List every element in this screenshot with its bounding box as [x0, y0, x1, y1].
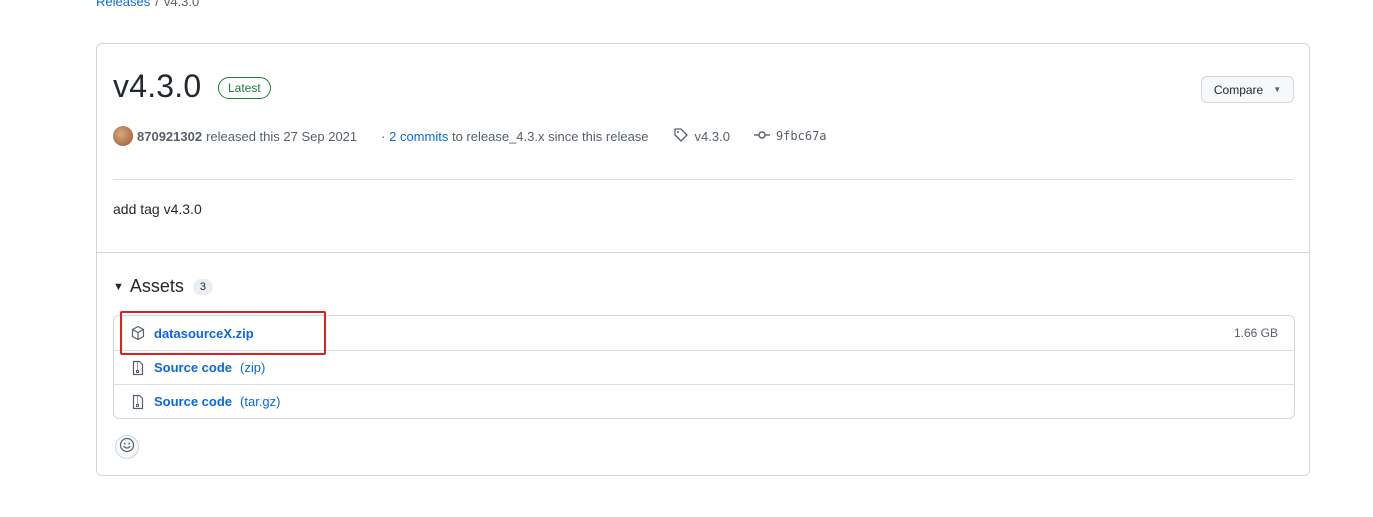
commit-link[interactable]: 9fbc67a	[753, 127, 827, 146]
breadcrumb-separator: /	[155, 0, 159, 9]
breadcrumb: Releases / v4.3.0	[96, 0, 199, 9]
asset-ext[interactable]: (zip)	[240, 360, 265, 375]
commits-info: · 2 commits to release_4.3.x since this …	[381, 129, 648, 144]
asset-row: Source code (tar.gz)	[114, 384, 1294, 418]
smiley-icon	[119, 437, 135, 458]
tag-label: v4.3.0	[694, 128, 730, 144]
latest-badge: Latest	[218, 77, 271, 99]
compare-label: Compare	[1213, 82, 1264, 97]
tag-icon	[673, 127, 689, 146]
highlight-box	[120, 311, 326, 355]
divider	[113, 179, 1293, 180]
asset-link[interactable]: Source code	[154, 394, 232, 409]
author-link[interactable]: 870921302	[137, 129, 202, 144]
release-title[interactable]: v4.3.0	[113, 68, 201, 105]
divider	[97, 252, 1309, 253]
asset-size: 1.66 GB	[1233, 326, 1278, 340]
asset-link[interactable]: Source code	[154, 360, 232, 375]
avatar[interactable]	[113, 126, 133, 146]
tag-link[interactable]: v4.3.0	[673, 127, 730, 146]
assets-toggle[interactable]: ▼ Assets 3	[113, 276, 214, 297]
git-commit-icon	[753, 127, 770, 146]
release-meta: 870921302 released this 27 Sep 2021 · 2 …	[113, 126, 827, 146]
chevron-down-icon: ▼	[1273, 85, 1282, 94]
commits-link[interactable]: 2 commits	[389, 129, 448, 144]
file-zip-icon	[130, 360, 146, 376]
file-zip-icon	[130, 394, 146, 410]
breadcrumb-current: v4.3.0	[163, 0, 200, 9]
asset-row: Source code (zip)	[114, 350, 1294, 384]
commit-sha: 9fbc67a	[775, 129, 827, 143]
compare-button[interactable]: Compare ▼	[1201, 76, 1294, 103]
asset-ext[interactable]: (tar.gz)	[240, 394, 280, 409]
commits-prefix: ·	[381, 128, 386, 144]
assets-count: 3	[192, 278, 214, 295]
breadcrumb-releases-link[interactable]: Releases	[96, 0, 150, 9]
commits-suffix: to release_4.3.x since this release	[451, 128, 649, 144]
release-notes: add tag v4.3.0	[113, 201, 202, 217]
release-card: v4.3.0 Latest Compare ▼ 870921302 releas…	[96, 43, 1310, 476]
add-reaction-button[interactable]	[115, 435, 139, 459]
assets-heading: Assets	[129, 276, 184, 296]
triangle-down-icon: ▼	[113, 280, 124, 293]
released-text: released this 27 Sep 2021	[206, 128, 358, 144]
